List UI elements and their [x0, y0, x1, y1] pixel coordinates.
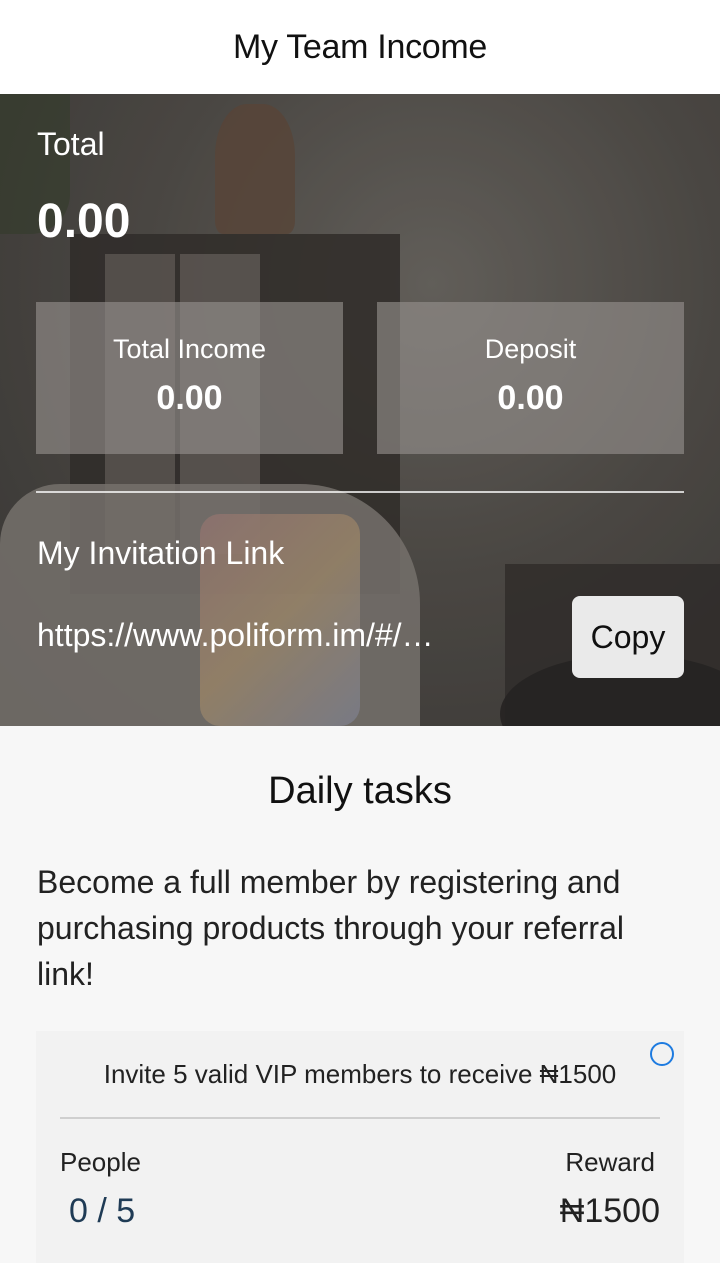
total-income-value: 0.00: [156, 379, 223, 417]
section-divider: [36, 491, 684, 493]
total-label: Total: [37, 126, 105, 162]
invitation-link-url: https://www.poliform.im/#/…: [37, 617, 434, 653]
deposit-card: Deposit 0.00: [377, 302, 684, 454]
reward-value: ₦1500: [559, 1192, 660, 1230]
task-card[interactable]: Invite 5 valid VIP members to receive ₦1…: [36, 1031, 684, 1263]
task-description: Invite 5 valid VIP members to receive ₦1…: [103, 1059, 617, 1089]
deposit-label: Deposit: [484, 334, 577, 364]
total-value: 0.00: [37, 195, 131, 248]
total-income-label: Total Income: [112, 334, 267, 364]
people-label: People: [60, 1147, 141, 1177]
daily-tasks-title: Daily tasks: [268, 770, 452, 812]
reward-label: Reward: [565, 1147, 655, 1177]
income-summary-panel: Total 0.00 Total Income 0.00 Deposit 0.0…: [0, 94, 720, 726]
top-header: My Team Income: [0, 0, 720, 94]
deposit-value: 0.00: [497, 379, 564, 417]
total-income-card: Total Income 0.00: [36, 302, 343, 454]
page-title: My Team Income: [232, 27, 488, 66]
daily-tasks-description: Become a full member by registering and …: [37, 864, 624, 992]
task-divider: [60, 1117, 660, 1119]
copy-link-button[interactable]: Copy: [572, 596, 684, 678]
invitation-link-label: My Invitation Link: [37, 535, 285, 571]
people-progress: 0 / 5: [69, 1192, 136, 1230]
